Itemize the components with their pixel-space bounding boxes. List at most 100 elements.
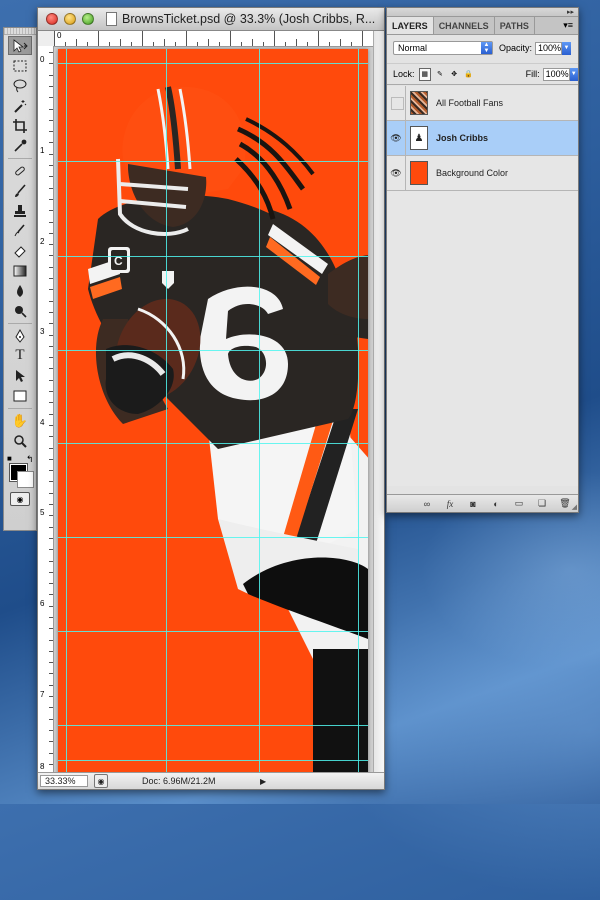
canvas-pasteboard[interactable]: C bbox=[54, 47, 376, 774]
fill-input[interactable]: 100% bbox=[542, 67, 570, 81]
move-tool-icon[interactable] bbox=[8, 36, 32, 55]
dodge-tool-icon[interactable] bbox=[8, 301, 32, 320]
panel-grip[interactable]: ▸▸ bbox=[387, 8, 578, 17]
shape-tool-icon[interactable] bbox=[8, 386, 32, 405]
lock-image-pixels-icon[interactable]: ✎ bbox=[435, 69, 445, 80]
panel-resize-grip[interactable]: ◢ bbox=[572, 503, 577, 511]
new-group-folder-icon[interactable]: ▭ bbox=[512, 498, 526, 509]
guide-line[interactable] bbox=[58, 443, 368, 444]
hand-tool-icon[interactable]: ✋ bbox=[8, 411, 32, 430]
clone-stamp-tool-icon[interactable] bbox=[8, 201, 32, 220]
document-size-text: Doc: 6.96M/21.2M bbox=[142, 776, 216, 786]
path-selection-tool-icon[interactable] bbox=[8, 366, 32, 385]
gradient-tool-icon[interactable] bbox=[8, 261, 32, 280]
magic-wand-tool-icon[interactable] bbox=[8, 96, 32, 115]
guide-line[interactable] bbox=[58, 537, 368, 538]
layer-row-josh-cribbs[interactable]: 👁 ♟ Josh Cribbs bbox=[387, 121, 578, 156]
pen-tool-icon[interactable] bbox=[8, 326, 32, 345]
guide-line[interactable] bbox=[58, 725, 368, 726]
document-canvas[interactable]: C bbox=[58, 49, 368, 774]
eyedropper-tool-icon[interactable] bbox=[8, 136, 32, 155]
guide-line[interactable] bbox=[58, 256, 368, 257]
tab-paths[interactable]: PATHS bbox=[495, 17, 535, 34]
tools-panel-grip[interactable] bbox=[4, 28, 36, 35]
history-brush-tool-icon[interactable] bbox=[8, 221, 32, 240]
ruler-left-label: 0 bbox=[40, 55, 45, 64]
ruler-top-label: 0 bbox=[57, 31, 62, 40]
guide-line[interactable] bbox=[58, 631, 368, 632]
new-layer-icon[interactable]: ❏ bbox=[535, 498, 549, 509]
guide-line[interactable] bbox=[58, 161, 368, 162]
guide-line[interactable] bbox=[58, 350, 368, 351]
guide-line[interactable] bbox=[259, 49, 260, 774]
ruler-vertical[interactable]: 0 1 2 3 4 5 6 7 8 bbox=[38, 46, 54, 774]
layer-visibility-toggle[interactable]: 👁 bbox=[387, 121, 406, 155]
opacity-dropdown-icon[interactable]: ▼ bbox=[562, 41, 572, 55]
guide-line[interactable] bbox=[58, 63, 368, 64]
crop-tool-icon[interactable] bbox=[8, 116, 32, 135]
opacity-label: Opacity: bbox=[499, 43, 533, 53]
fill-dropdown-icon[interactable]: ▼ bbox=[569, 67, 578, 81]
guide-line[interactable] bbox=[66, 49, 67, 774]
document-title: BrownsTicket.psd @ 33.3% (Josh Cribbs, R… bbox=[122, 12, 376, 26]
guide-line[interactable] bbox=[58, 760, 368, 761]
lock-all-icon[interactable]: 🔒 bbox=[463, 69, 473, 80]
layer-visibility-toggle[interactable]: 👁 bbox=[387, 156, 406, 190]
blend-mode-select[interactable]: Normal ▲ ▼ bbox=[393, 41, 493, 55]
lasso-tool-icon[interactable] bbox=[8, 76, 32, 95]
quick-mask-icon[interactable]: ◉ bbox=[10, 492, 30, 506]
panel-collapse-icon[interactable]: ▸▸ bbox=[567, 8, 574, 16]
default-colors-icon[interactable]: ■ bbox=[7, 454, 12, 463]
minimize-window-button[interactable] bbox=[64, 13, 76, 25]
layer-name: Background Color bbox=[436, 168, 509, 178]
select-stepper-icon: ▲ ▼ bbox=[481, 42, 492, 54]
adjustment-layer-icon[interactable]: ◐ bbox=[489, 499, 503, 509]
guide-line[interactable] bbox=[166, 49, 167, 774]
panel-menu-icon[interactable]: ▾≡ bbox=[563, 20, 573, 31]
marquee-tool-icon[interactable] bbox=[8, 56, 32, 75]
layer-thumbnail: ♟ bbox=[410, 126, 428, 150]
ruler-horizontal[interactable]: 0 bbox=[54, 31, 376, 47]
healing-brush-tool-icon[interactable] bbox=[8, 161, 32, 180]
swap-colors-icon[interactable]: ↰ bbox=[26, 454, 34, 465]
lock-transparent-pixels-icon[interactable]: ▦ bbox=[418, 67, 431, 81]
tools-panel: T ✋ ■ ↰ ◉ bbox=[3, 27, 37, 531]
tab-channels[interactable]: CHANNELS bbox=[434, 17, 495, 34]
tab-layers[interactable]: LAYERS bbox=[387, 17, 434, 34]
ruler-left-label: 4 bbox=[40, 418, 45, 427]
ruler-origin[interactable] bbox=[38, 31, 55, 47]
eraser-tool-icon[interactable] bbox=[8, 241, 32, 260]
vertical-scrollbar[interactable] bbox=[373, 31, 384, 774]
status-menu-arrow-icon[interactable]: ▶ bbox=[260, 777, 266, 786]
lock-label: Lock: bbox=[393, 69, 415, 79]
opacity-input[interactable]: 100% bbox=[535, 41, 563, 55]
layer-row-all-football-fans[interactable]: All Football Fans bbox=[387, 86, 578, 121]
zoom-level-text: 33.33% bbox=[45, 776, 76, 786]
lock-position-icon[interactable]: ✥ bbox=[449, 69, 459, 80]
ruler-left-label: 3 bbox=[40, 327, 45, 336]
eye-icon: 👁 bbox=[390, 132, 402, 143]
close-window-button[interactable] bbox=[46, 13, 58, 25]
layer-list: All Football Fans 👁 ♟ Josh Cribbs 👁 Back… bbox=[387, 86, 578, 486]
blur-tool-icon[interactable] bbox=[8, 281, 32, 300]
zoom-level-field[interactable]: 33.33% bbox=[40, 775, 88, 787]
ruler-left-label: 8 bbox=[40, 762, 45, 771]
document-proxy-icon[interactable] bbox=[106, 12, 117, 26]
brush-tool-icon[interactable] bbox=[8, 181, 32, 200]
add-mask-icon[interactable]: ◙ bbox=[466, 499, 480, 509]
background-color-swatch[interactable] bbox=[17, 471, 34, 488]
guide-line[interactable] bbox=[358, 49, 359, 774]
ruler-left-label: 6 bbox=[40, 599, 45, 608]
document-titlebar[interactable]: BrownsTicket.psd @ 33.3% (Josh Cribbs, R… bbox=[38, 8, 384, 31]
ruler-left-label: 2 bbox=[40, 237, 45, 246]
zoom-window-button[interactable] bbox=[82, 13, 94, 25]
zoom-tool-icon[interactable] bbox=[8, 431, 32, 450]
layer-style-fx-icon[interactable]: fx bbox=[443, 499, 457, 509]
tools-separator bbox=[8, 408, 32, 409]
layer-visibility-toggle[interactable] bbox=[387, 86, 406, 120]
layer-row-background-color[interactable]: 👁 Background Color bbox=[387, 156, 578, 191]
link-layers-icon[interactable]: ∞ bbox=[420, 499, 434, 509]
status-info-icon[interactable]: ◉ bbox=[94, 774, 108, 788]
type-tool-icon[interactable]: T bbox=[8, 346, 32, 365]
trash-delete-layer-icon[interactable]: 🗑 bbox=[558, 498, 572, 509]
